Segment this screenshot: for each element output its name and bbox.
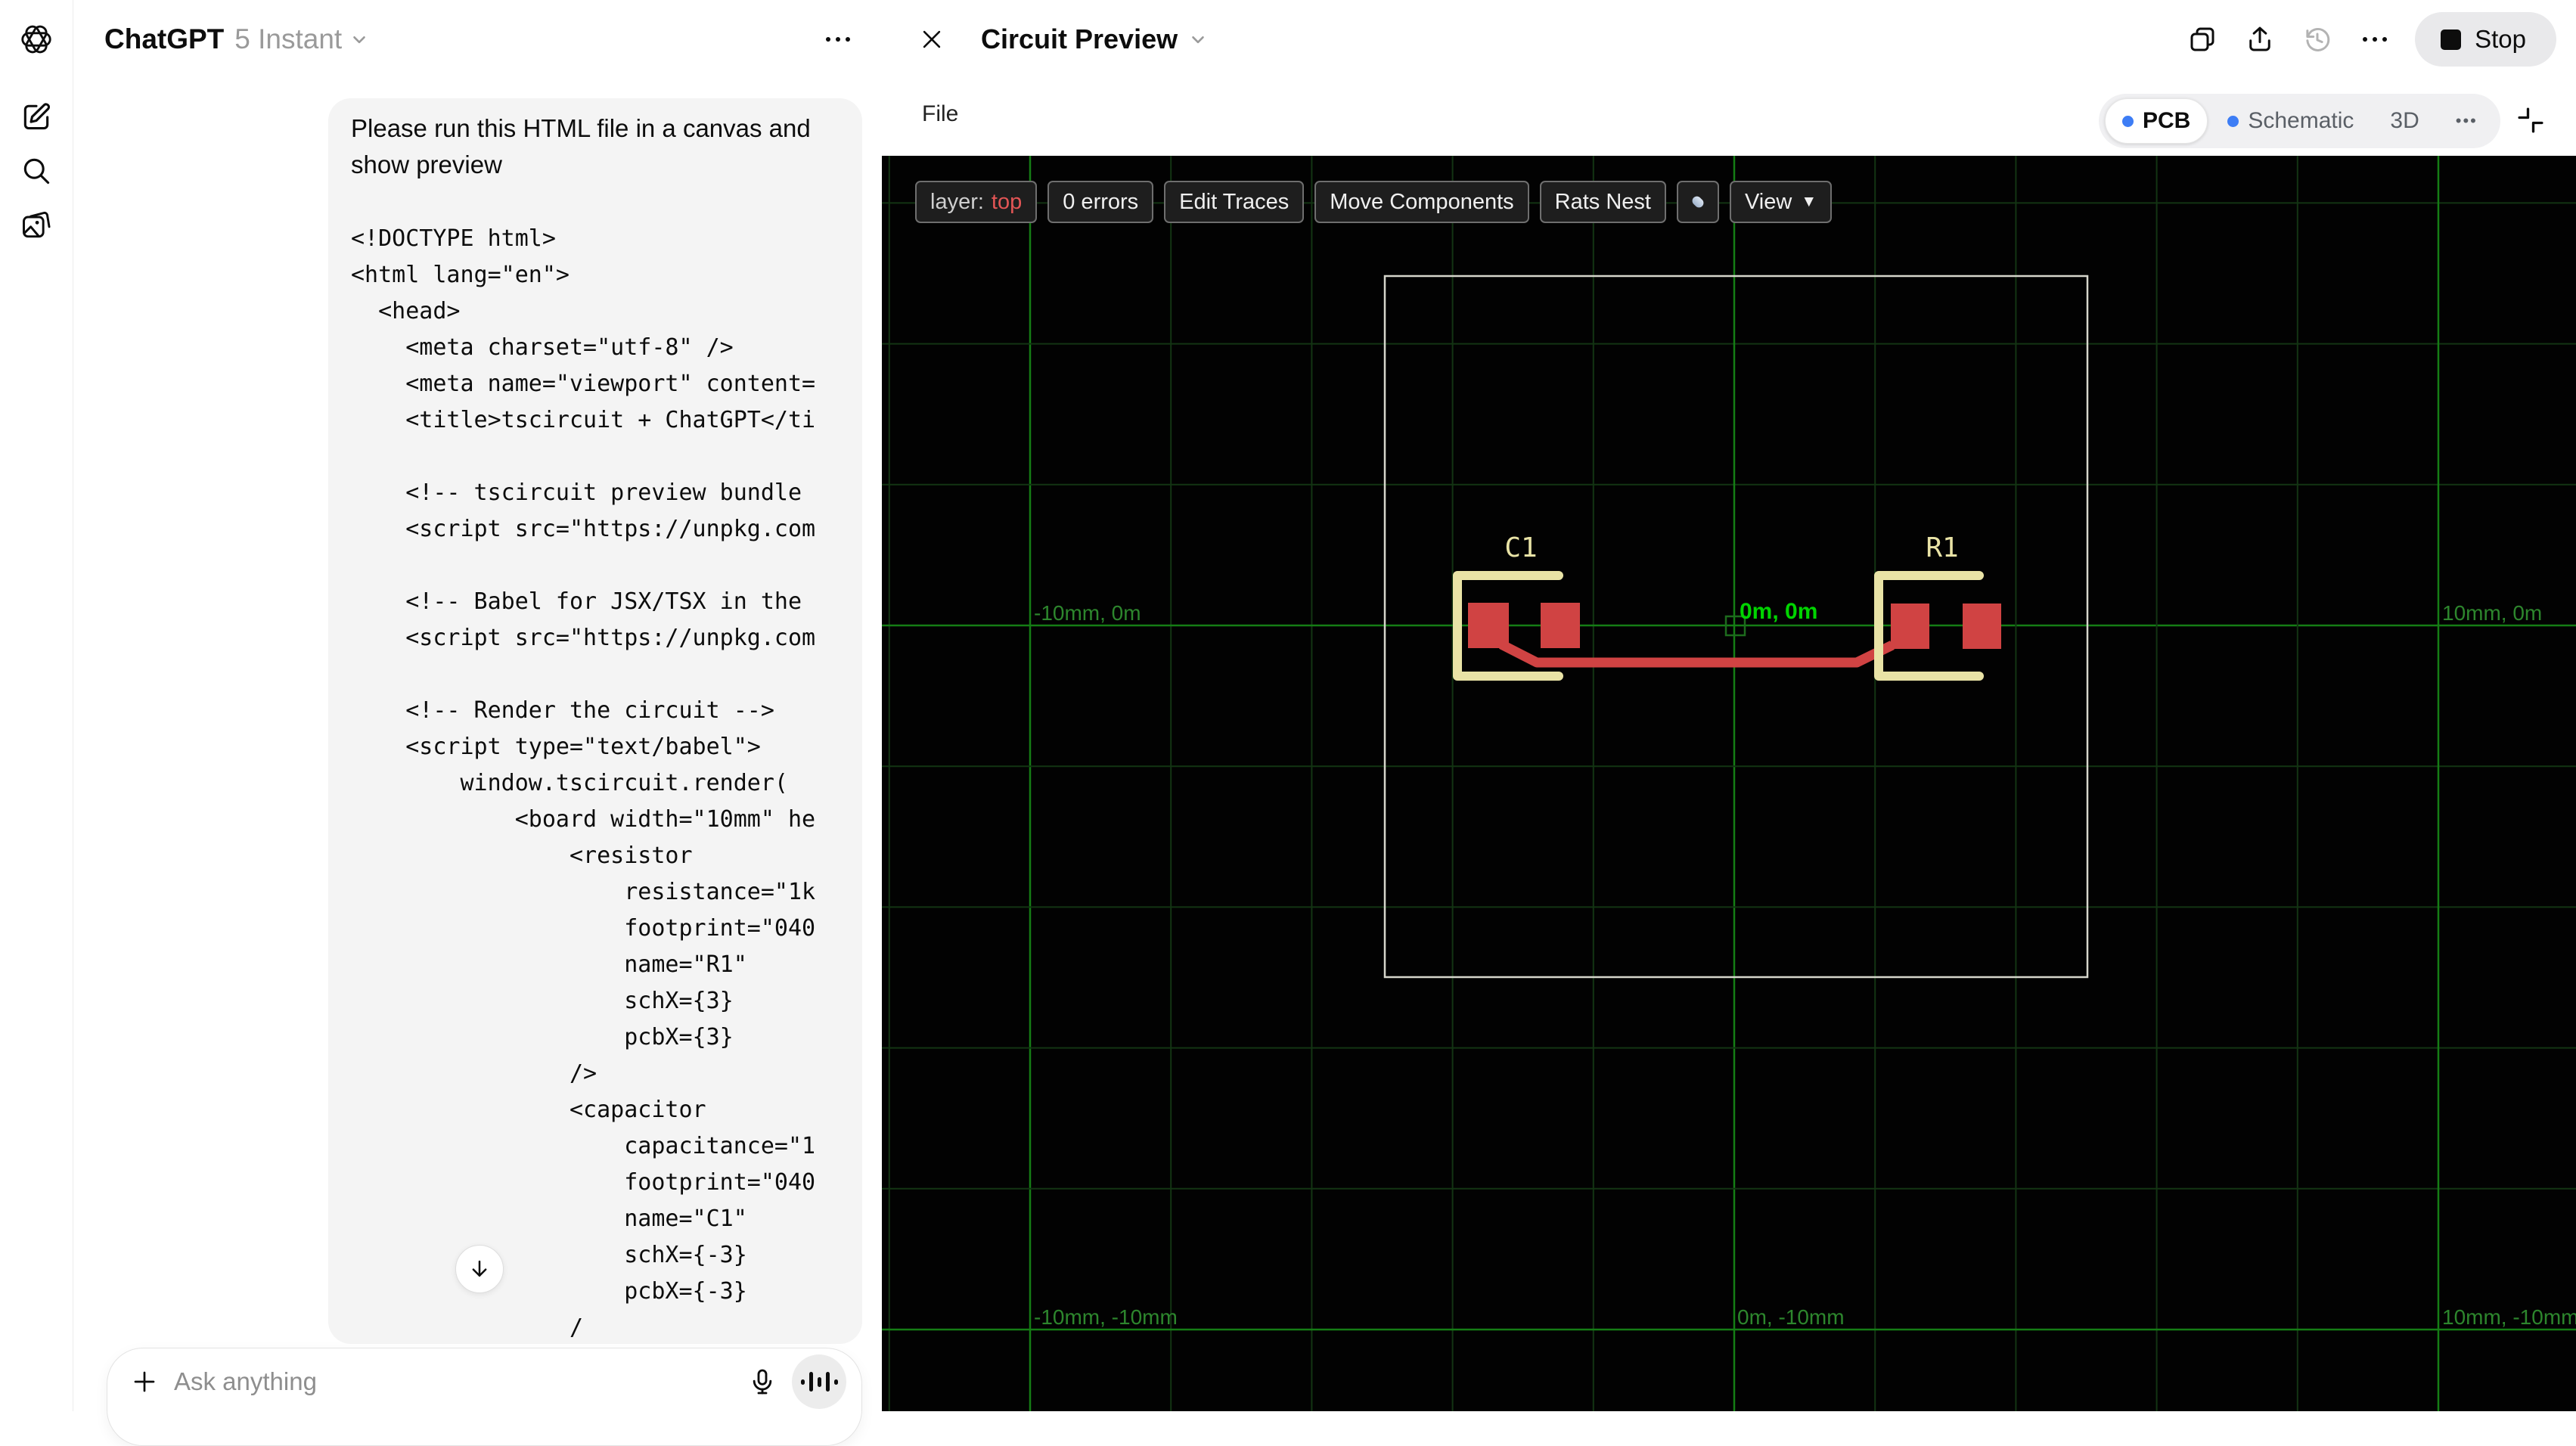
- copy-button[interactable]: [2185, 22, 2220, 57]
- pcb-toolbar: layer: top 0 errors Edit Traces Move Com…: [915, 181, 1833, 223]
- user-message-text: Please run this HTML file in a canvas an…: [351, 114, 811, 178]
- app-title[interactable]: ChatGPT: [104, 23, 224, 55]
- close-canvas-button[interactable]: [915, 23, 948, 56]
- view-label: View: [1744, 189, 1792, 214]
- tab-3d-label: 3D: [2390, 108, 2419, 133]
- edit-traces-button[interactable]: Edit Traces: [1164, 181, 1305, 223]
- stop-button[interactable]: Stop: [2415, 12, 2556, 67]
- view-menu-button[interactable]: View ▼: [1729, 181, 1833, 223]
- composer[interactable]: Ask anything: [107, 1348, 862, 1446]
- library-button[interactable]: [16, 205, 57, 246]
- user-message-code: <!DOCTYPE html> <html lang="en"> <head> …: [351, 225, 816, 1341]
- pcb-scene: C1 R1 0m, 0m -10mm, 0m 10mm, 0m -10mm, -…: [882, 156, 2576, 1411]
- chevron-down-icon: [1192, 36, 1204, 44]
- waveform-icon: [799, 1372, 840, 1392]
- ellipsis-icon: [2363, 37, 2388, 42]
- image-library-icon: [23, 211, 51, 238]
- share-button[interactable]: [2242, 22, 2277, 57]
- sidebar-rail: [0, 0, 73, 1411]
- exit-fullscreen-icon: [2518, 107, 2543, 133]
- tab-schematic[interactable]: Schematic: [2211, 98, 2370, 144]
- r1-pad2: [1963, 604, 2001, 649]
- canvas-panel: Circuit Preview Stop File PCB Schematic …: [882, 0, 2576, 1411]
- copy-icon: [2190, 27, 2214, 51]
- history-icon: [2306, 28, 2330, 51]
- user-message-bubble: Please run this HTML file in a canvas an…: [328, 98, 862, 1344]
- new-chat-icon: [23, 103, 51, 130]
- dot: [826, 37, 830, 42]
- file-menu[interactable]: File: [922, 101, 958, 127]
- layer-button[interactable]: layer: top: [915, 181, 1038, 223]
- coord-label-bottom-center: 0m, -10mm: [1737, 1305, 1845, 1329]
- canvas-menubar: File PCB Schematic 3D •••: [882, 79, 2576, 156]
- chat-header: ChatGPT 5 Instant: [74, 0, 882, 79]
- upload-icon: [2249, 26, 2270, 51]
- errors-button[interactable]: 0 errors: [1047, 181, 1154, 223]
- r1-pad1: [1891, 604, 1929, 649]
- plus-icon: [134, 1371, 155, 1392]
- close-icon: [923, 30, 941, 48]
- microphone-icon: [753, 1369, 772, 1395]
- collapse-canvas-button[interactable]: [2512, 101, 2550, 139]
- dot: [846, 37, 850, 42]
- canvas-options-button[interactable]: [2357, 22, 2392, 57]
- layer-label: layer:: [930, 189, 984, 214]
- c1-pad1: [1468, 603, 1509, 648]
- canvas-title-dropdown[interactable]: Circuit Preview: [981, 0, 1208, 79]
- new-chat-button[interactable]: [16, 96, 57, 137]
- chevron-down-icon[interactable]: [349, 29, 369, 49]
- move-components-button[interactable]: Move Components: [1314, 181, 1529, 223]
- search-chats-button[interactable]: [16, 150, 57, 191]
- search-icon: [23, 158, 50, 185]
- move-components-label: Move Components: [1330, 189, 1514, 214]
- component-r1[interactable]: R1: [1874, 532, 2001, 681]
- c1-label: C1: [1504, 532, 1537, 563]
- coord-label-mid-right: 10mm, 0m: [2442, 601, 2542, 625]
- errors-label: 0 errors: [1063, 189, 1139, 214]
- canvas-header: Circuit Preview Stop: [882, 0, 2576, 79]
- model-selector[interactable]: 5 Instant: [234, 23, 342, 55]
- tab-pcb[interactable]: PCB: [2105, 98, 2208, 144]
- coord-label-bottom-left: -10mm, -10mm: [1034, 1305, 1178, 1329]
- attach-button[interactable]: [126, 1363, 163, 1401]
- coord-label-mid-left: -10mm, 0m: [1034, 601, 1141, 625]
- caret-down-icon: ▼: [1801, 193, 1817, 210]
- pcb-viewport[interactable]: C1 R1 0m, 0m -10mm, 0m 10mm, 0m -10mm, -…: [882, 156, 2576, 1411]
- ellipsis-icon: •••: [2455, 111, 2478, 130]
- tab-3d[interactable]: 3D: [2373, 98, 2435, 144]
- tab-pcb-label: PCB: [2143, 108, 2191, 133]
- conversation-options-button[interactable]: [821, 27, 855, 51]
- chat-input[interactable]: Ask anything: [174, 1367, 742, 1396]
- history-button[interactable]: [2300, 22, 2335, 57]
- rats-nest-label: Rats Nest: [1554, 189, 1651, 214]
- dot: [836, 37, 840, 42]
- stop-label: Stop: [2475, 25, 2526, 53]
- rats-nest-button[interactable]: Rats Nest: [1539, 181, 1666, 223]
- coord-label-bottom-right: 10mm, -10mm: [2442, 1305, 2576, 1329]
- tab-schematic-label: Schematic: [2248, 108, 2354, 133]
- pcb-grid: [882, 156, 2576, 1411]
- scroll-to-bottom-button[interactable]: [455, 1245, 504, 1293]
- layer-value: top: [991, 189, 1023, 214]
- dictate-button[interactable]: [742, 1361, 783, 1402]
- edit-traces-label: Edit Traces: [1179, 189, 1290, 214]
- r1-label: R1: [1926, 532, 1958, 563]
- chatgpt-logo[interactable]: [16, 19, 57, 60]
- stop-icon: [2441, 29, 2462, 50]
- c1-pad2: [1541, 603, 1580, 648]
- pencil-icon: [1690, 194, 1705, 209]
- status-dot-icon: [2227, 115, 2239, 127]
- voice-mode-button[interactable]: [792, 1354, 846, 1409]
- edit-silkscreen-button[interactable]: [1676, 181, 1719, 223]
- view-mode-switcher: PCB Schematic 3D •••: [2099, 94, 2500, 148]
- canvas-title: Circuit Preview: [981, 23, 1178, 54]
- openai-knot-icon: [21, 25, 51, 54]
- status-dot-icon: [2122, 115, 2134, 127]
- coord-label-origin: 0m, 0m: [1740, 599, 1817, 624]
- chat-column: ChatGPT 5 Instant Please run this HTML f…: [74, 0, 882, 1446]
- arrow-down-icon: [472, 1260, 487, 1277]
- view-tabs-more-button[interactable]: •••: [2439, 98, 2494, 144]
